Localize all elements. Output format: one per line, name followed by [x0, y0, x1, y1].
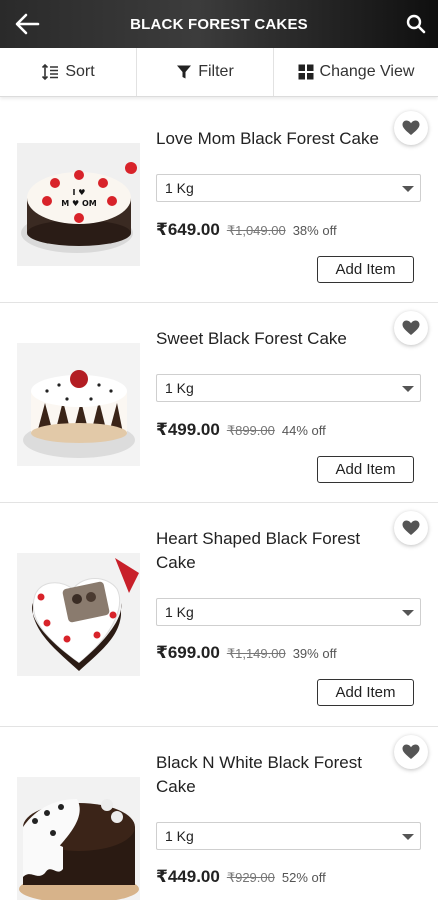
weight-value: 1 Kg: [165, 180, 194, 196]
page-title: BLACK FOREST CAKES: [130, 15, 308, 33]
original-price: ₹1,149.00: [226, 646, 286, 661]
weight-select[interactable]: 1 Kg: [156, 174, 421, 202]
heart-icon: [402, 120, 420, 135]
discount-label: 44% off: [281, 423, 326, 438]
product-name[interactable]: Black N White Black Forest Cake: [156, 751, 392, 799]
wishlist-button[interactable]: [394, 111, 428, 145]
cake-image: [17, 343, 140, 466]
dropdown-arrow-icon: [402, 834, 414, 840]
price-row: ₹649.00 ₹1,049.00 38% off: [156, 220, 337, 240]
product-list: I ♥ M ♥ OM Love Mom Black Forest Cake 1 …: [0, 103, 438, 900]
sale-price: ₹449.00: [156, 867, 220, 886]
search-icon[interactable]: [406, 14, 426, 34]
dropdown-arrow-icon: [402, 186, 414, 192]
sale-price: ₹649.00: [156, 220, 220, 239]
filter-button[interactable]: Filter: [137, 48, 274, 96]
cake-topper-text-2: M ♥ OM: [61, 199, 97, 208]
filter-icon: [177, 65, 192, 79]
dropdown-arrow-icon: [402, 610, 414, 616]
product-card: I ♥ M ♥ OM Love Mom Black Forest Cake 1 …: [0, 103, 438, 303]
product-name[interactable]: Sweet Black Forest Cake: [156, 327, 392, 351]
cake-image: I ♥ M ♥ OM: [17, 143, 140, 266]
product-image[interactable]: [17, 553, 140, 676]
weight-value: 1 Kg: [165, 604, 194, 620]
weight-select[interactable]: 1 Kg: [156, 598, 421, 626]
wishlist-button[interactable]: [394, 735, 428, 769]
weight-select[interactable]: 1 Kg: [156, 822, 421, 850]
wishlist-button[interactable]: [394, 511, 428, 545]
cake-image: [17, 777, 140, 900]
product-image[interactable]: [17, 343, 140, 466]
sort-button[interactable]: Sort: [0, 48, 137, 96]
product-card: Black N White Black Forest Cake 1 Kg ₹44…: [0, 727, 438, 900]
discount-label: 38% off: [292, 223, 337, 238]
arrow-left-icon[interactable]: [14, 12, 40, 36]
product-name[interactable]: Heart Shaped Black Forest Cake: [156, 527, 392, 575]
original-price: ₹899.00: [226, 423, 275, 438]
cake-topper-text: I ♥: [73, 188, 86, 197]
sort-icon: [42, 63, 59, 81]
heart-icon: [402, 520, 420, 535]
product-image[interactable]: I ♥ M ♥ OM: [17, 143, 140, 266]
product-name[interactable]: Love Mom Black Forest Cake: [156, 127, 392, 151]
change-view-label: Change View: [319, 63, 415, 80]
discount-label: 39% off: [292, 646, 337, 661]
filter-label: Filter: [198, 63, 234, 80]
weight-select[interactable]: 1 Kg: [156, 374, 421, 402]
app-header: BLACK FOREST CAKES: [0, 0, 438, 48]
sale-price: ₹699.00: [156, 643, 220, 662]
list-toolbar: Sort Filter Change View: [0, 48, 438, 97]
change-view-button[interactable]: Change View: [274, 48, 438, 96]
sort-label: Sort: [65, 63, 95, 80]
weight-value: 1 Kg: [165, 828, 194, 844]
dropdown-arrow-icon: [402, 386, 414, 392]
heart-icon: [402, 744, 420, 759]
original-price: ₹929.00: [226, 870, 275, 885]
grid-view-icon: [298, 64, 314, 80]
product-image[interactable]: [17, 777, 140, 900]
add-item-button[interactable]: Add Item: [317, 456, 414, 483]
heart-icon: [402, 320, 420, 335]
cake-image: [17, 553, 140, 676]
product-card: Heart Shaped Black Forest Cake 1 Kg ₹699…: [0, 503, 438, 727]
discount-label: 52% off: [281, 870, 326, 885]
original-price: ₹1,049.00: [226, 223, 286, 238]
price-row: ₹449.00 ₹929.00 52% off: [156, 867, 326, 887]
price-row: ₹499.00 ₹899.00 44% off: [156, 420, 326, 440]
product-card: Sweet Black Forest Cake 1 Kg ₹499.00 ₹89…: [0, 303, 438, 503]
price-row: ₹699.00 ₹1,149.00 39% off: [156, 643, 337, 663]
add-item-button[interactable]: Add Item: [317, 256, 414, 283]
weight-value: 1 Kg: [165, 380, 194, 396]
sale-price: ₹499.00: [156, 420, 220, 439]
add-item-button[interactable]: Add Item: [317, 679, 414, 706]
wishlist-button[interactable]: [394, 311, 428, 345]
